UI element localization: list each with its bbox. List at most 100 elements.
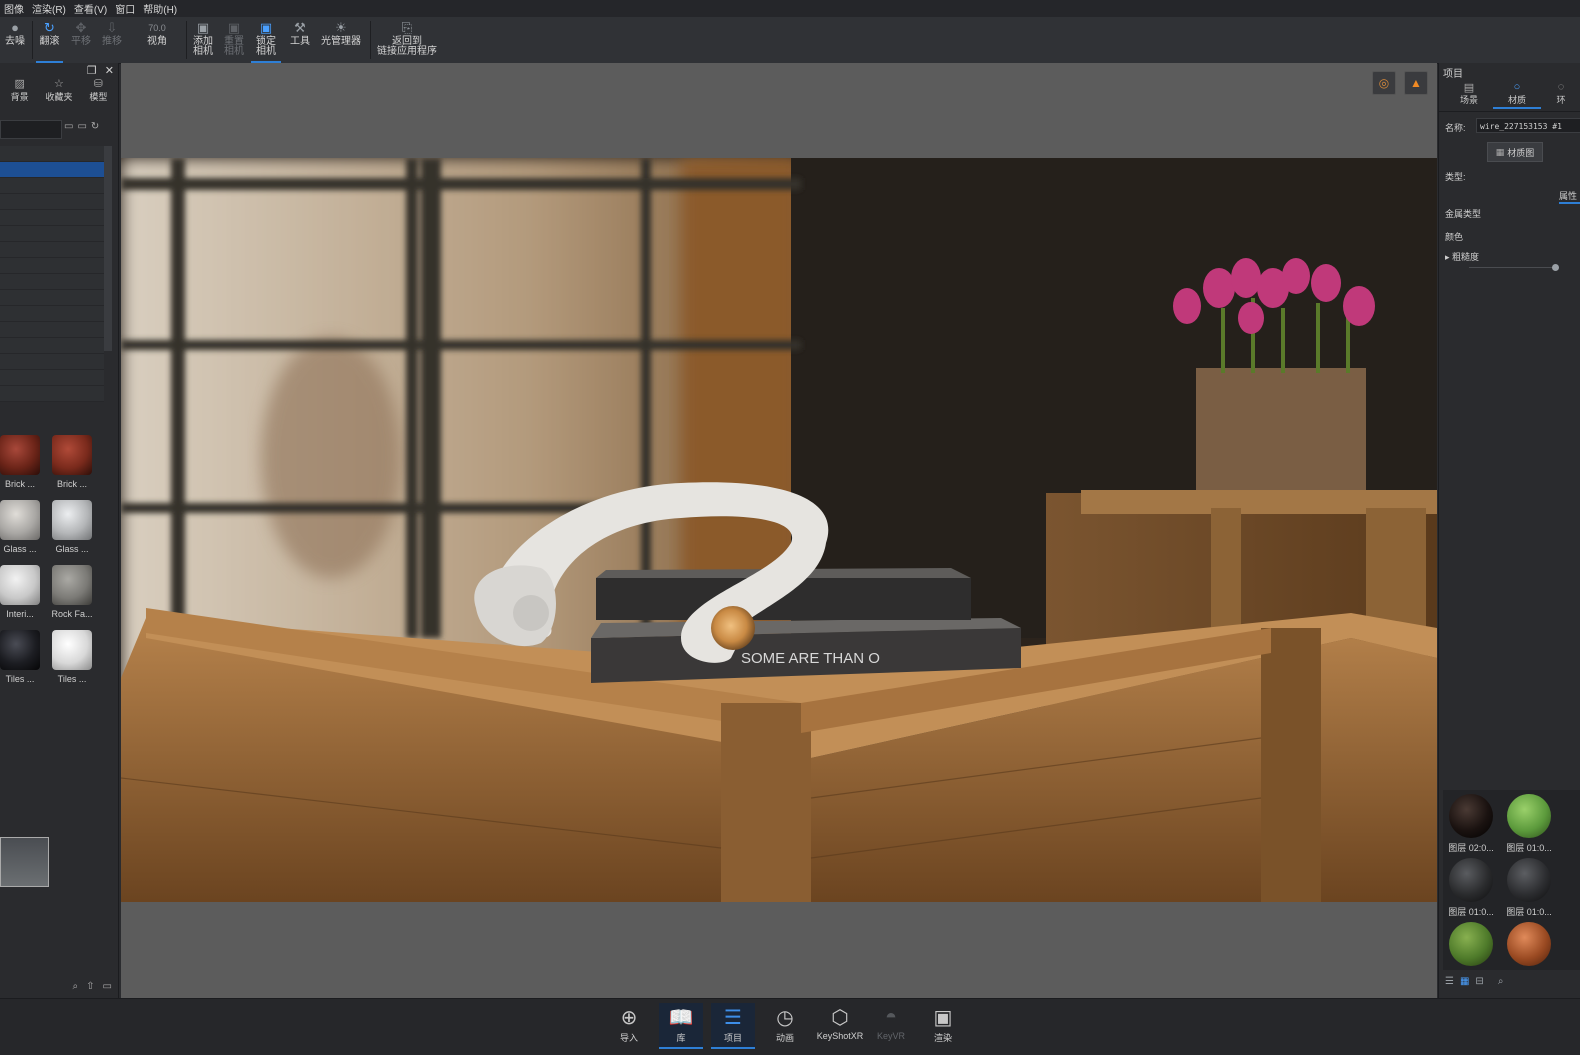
refresh-icon[interactable]: ↻: [91, 121, 99, 132]
tumble-icon: ↻: [44, 20, 55, 35]
library-search-input[interactable]: [0, 120, 62, 139]
render-scene: SOME ARE THAN O: [121, 158, 1437, 902]
import-button[interactable]: ⊕ 导入: [607, 1003, 651, 1047]
globe-icon[interactable]: ◎: [1372, 71, 1396, 95]
tree-row[interactable]: [0, 226, 104, 242]
tab-scene[interactable]: ▤ 场景: [1445, 81, 1493, 109]
warning-icon[interactable]: ▲: [1404, 71, 1428, 95]
roughness-toggle[interactable]: ▸ 粗糙度: [1445, 250, 1479, 263]
material-thumb[interactable]: Tiles ...: [0, 630, 42, 684]
dolly-icon: ⇩: [106, 20, 118, 35]
toolbar-divider: [370, 21, 371, 59]
import-icon: ⊕: [620, 1006, 638, 1029]
swatch[interactable]: [1445, 922, 1497, 966]
tree-view-icon[interactable]: ⊟: [1475, 976, 1483, 987]
keyvr-button[interactable]: ◓ KeyVR: [869, 1003, 913, 1047]
model-icon: ⛁: [93, 78, 103, 90]
swatch[interactable]: 图层 01:0...: [1503, 794, 1555, 854]
grid-view-icon[interactable]: ▦: [1460, 976, 1469, 987]
reset-camera-button[interactable]: ▣ 重置 相机: [221, 19, 247, 61]
tab-environment[interactable]: ◌ 环: [1541, 81, 1580, 109]
tree-row[interactable]: [0, 178, 104, 194]
list-view-icon[interactable]: ☰: [1445, 976, 1454, 987]
tree-row[interactable]: [0, 338, 104, 354]
swatch[interactable]: 图层 02:0...: [1445, 794, 1497, 854]
fov-value[interactable]: 70.0: [148, 19, 166, 37]
swatch[interactable]: [1503, 922, 1555, 966]
search-icon[interactable]: ⌕: [73, 981, 79, 992]
material-thumb[interactable]: Tiles ...: [50, 630, 94, 684]
tab-material[interactable]: ○ 材质: [1493, 81, 1541, 109]
close-icon[interactable]: ✕: [105, 64, 114, 77]
swatch[interactable]: 图层 01:0...: [1503, 858, 1555, 918]
keyshotxr-button[interactable]: ⬡ KeyShotXR: [815, 1003, 865, 1047]
render-camera-icon: ▣: [933, 1006, 953, 1029]
tree-row[interactable]: [0, 370, 104, 386]
tree-row[interactable]: [0, 274, 104, 290]
menu-view[interactable]: 查看(V): [70, 1, 111, 16]
folder-open-icon[interactable]: ▭: [64, 121, 73, 132]
menu-render[interactable]: 渲染(R): [28, 1, 70, 16]
cube-icon: ⬡: [831, 1006, 849, 1029]
tree-row[interactable]: [0, 194, 104, 210]
material-thumb[interactable]: Rock Fa...: [50, 565, 94, 619]
search-icon[interactable]: ⌕: [1498, 976, 1504, 987]
lock-camera-button[interactable]: ▣ 锁定 相机: [251, 19, 281, 63]
tab-favorites[interactable]: ☆ 收藏夹: [39, 77, 78, 105]
tree-row[interactable]: [0, 290, 104, 306]
dolly-button[interactable]: ⇩ 推移: [99, 19, 125, 61]
tree-row[interactable]: [0, 242, 104, 258]
roughness-slider-handle[interactable]: [1552, 264, 1559, 271]
tab-properties[interactable]: 属性: [1559, 189, 1580, 204]
material-thumb[interactable]: Brick ...: [0, 435, 42, 489]
render-viewport[interactable]: ◎ ▲ SOME ARE THAN O: [121, 63, 1437, 998]
tree-row[interactable]: [0, 258, 104, 274]
project-button[interactable]: ☰ 项目: [711, 1003, 755, 1049]
swatch[interactable]: 图层 01:0...: [1445, 858, 1497, 918]
toolbar-divider: [32, 21, 33, 59]
material-preview: [0, 500, 40, 540]
pan-button[interactable]: ✥ 平移: [68, 19, 94, 61]
render-button[interactable]: ▣ 渲染: [921, 1003, 965, 1047]
material-name-field[interactable]: wire_227153153 #1: [1476, 118, 1580, 133]
material-graph-button[interactable]: ▦ 材质图: [1487, 142, 1543, 162]
tree-row-selected[interactable]: [0, 162, 104, 178]
camera-lock-icon: ▣: [259, 20, 273, 35]
tumble-button[interactable]: ↻ 翻滚: [36, 19, 63, 63]
menu-help[interactable]: 帮助(H): [139, 1, 181, 16]
menu-window[interactable]: 窗口: [111, 1, 139, 16]
books: SOME ARE THAN O: [591, 568, 1021, 683]
tree-row[interactable]: [0, 322, 104, 338]
float-panel-icon[interactable]: ❐: [87, 64, 97, 77]
animation-button[interactable]: ◷ 动画: [763, 1003, 807, 1047]
add-camera-button[interactable]: ▣ 添加 相机: [190, 19, 216, 61]
tree-row[interactable]: [0, 306, 104, 322]
material-thumb[interactable]: Interi...: [0, 565, 42, 619]
menu-image[interactable]: 图像: [0, 1, 28, 16]
fov-control[interactable]: 70.0 视角: [133, 19, 181, 61]
toolbar-divider: [186, 21, 187, 59]
folder-icon[interactable]: ▭: [103, 981, 112, 992]
upload-icon[interactable]: ⇧: [86, 981, 94, 992]
tree-scrollbar[interactable]: [104, 146, 112, 351]
return-to-app-button[interactable]: ⎘ 返回到 链接应用程序: [376, 19, 438, 61]
material-thumb[interactable]: Brick ...: [50, 435, 94, 489]
library-button[interactable]: 📖 库: [659, 1003, 703, 1049]
tree-row[interactable]: [0, 354, 104, 370]
tree-row[interactable]: [0, 386, 104, 402]
material-thumb[interactable]: Glass ...: [0, 500, 42, 554]
light-manager-button[interactable]: ☀ 光管理器: [319, 19, 363, 61]
folder-add-icon[interactable]: ▭: [77, 121, 86, 132]
tab-models[interactable]: ⛁ 模型: [79, 77, 118, 105]
material-thumb[interactable]: Glass ...: [50, 500, 94, 554]
tree-row[interactable]: [0, 210, 104, 226]
light-bulb-icon: ☀: [335, 20, 347, 35]
image-icon: ▨: [14, 78, 25, 90]
environment-icon: ◌: [1557, 81, 1565, 93]
tools-button[interactable]: ⚒ 工具: [287, 19, 313, 61]
denoise-button[interactable]: ● 去噪: [3, 19, 27, 61]
tab-backgrounds[interactable]: ▨ 背景: [0, 77, 39, 105]
roughness-slider[interactable]: [1469, 267, 1559, 268]
tree-row[interactable]: [0, 146, 104, 162]
scene-thumbnail[interactable]: [0, 837, 49, 887]
